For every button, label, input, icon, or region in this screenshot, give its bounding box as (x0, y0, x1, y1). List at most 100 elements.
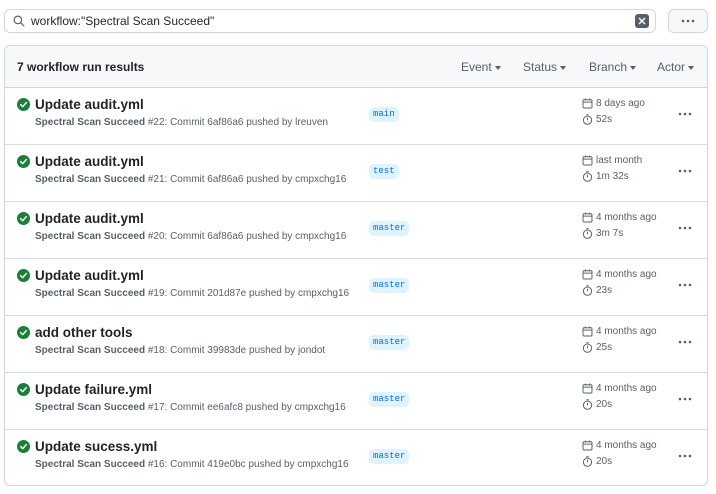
check-circle-fill-icon (17, 383, 30, 396)
stopwatch-icon (582, 114, 593, 125)
run-details: #21: Commit 6af86a6 pushed by cmpxchg16 (147, 174, 347, 185)
results-count: 7 workflow run results (17, 60, 145, 74)
run-row[interactable]: Update audit.yml Spectral Scan Succeed #… (5, 259, 707, 316)
event-filter-dropdown[interactable]: Event (461, 60, 501, 74)
run-meta: Spectral Scan Succeed #20: Commit 6af86a… (35, 231, 346, 242)
run-details: #17: Commit ee6afc8 pushed by cmpxchg16 (147, 402, 346, 413)
run-duration-text: 1m 32s (596, 171, 629, 182)
more-options-button[interactable] (668, 9, 708, 33)
workflow-name: Spectral Scan Succeed (35, 288, 146, 299)
calendar-icon (582, 326, 593, 337)
caret-down-icon (494, 65, 501, 70)
run-date-text: 4 months ago (596, 383, 657, 394)
run-date: 4 months ago (582, 269, 657, 280)
run-title-link[interactable]: Update audit.yml (35, 97, 144, 112)
calendar-icon (582, 440, 593, 451)
calendar-icon (582, 212, 593, 223)
run-options-button[interactable] (674, 104, 696, 124)
run-date: last month (582, 155, 642, 166)
stopwatch-icon (582, 456, 593, 467)
search-icon (7, 9, 31, 33)
workflow-runs-panel: 7 workflow run results Event Status Bran… (4, 45, 708, 486)
runs-list: Update audit.yml Spectral Scan Succeed #… (5, 88, 707, 485)
run-row[interactable]: Update audit.yml Spectral Scan Succeed #… (5, 145, 707, 202)
status-filter-dropdown[interactable]: Status (523, 60, 567, 74)
stopwatch-icon (582, 285, 593, 296)
run-duration: 1m 32s (582, 171, 629, 182)
filter-bar (0, 0, 716, 40)
run-row[interactable]: add other tools Spectral Scan Succeed #1… (5, 316, 707, 373)
caret-down-icon (688, 65, 695, 70)
run-date-text: last month (596, 155, 643, 166)
run-meta: Spectral Scan Succeed #16: Commit 419e0b… (35, 459, 349, 470)
run-options-button[interactable] (674, 275, 696, 295)
run-meta: Spectral Scan Succeed #21: Commit 6af86a… (35, 174, 346, 185)
run-row[interactable]: Update audit.yml Spectral Scan Succeed #… (5, 88, 707, 145)
branch-filter-dropdown[interactable]: Branch (589, 60, 637, 74)
run-options-button[interactable] (674, 446, 696, 466)
check-circle-fill-icon (17, 440, 30, 453)
workflow-name: Spectral Scan Succeed (35, 117, 146, 128)
check-circle-fill-icon (17, 155, 30, 168)
run-title-link[interactable]: Update sucess.yml (35, 439, 157, 454)
event-filter-label: Event (461, 60, 492, 74)
branch-badge[interactable]: master (369, 335, 410, 350)
run-date-text: 4 months ago (596, 212, 657, 223)
run-duration-text: 52s (596, 114, 613, 125)
run-row[interactable]: Update failure.yml Spectral Scan Succeed… (5, 373, 707, 430)
run-options-button[interactable] (674, 218, 696, 238)
stopwatch-icon (582, 342, 593, 353)
search-input[interactable] (31, 11, 635, 31)
actor-filter-dropdown[interactable]: Actor (657, 60, 695, 74)
run-title-link[interactable]: Update audit.yml (35, 211, 144, 226)
branch-badge[interactable]: master (369, 392, 410, 407)
run-date: 8 days ago (582, 98, 645, 109)
run-duration: 3m 7s (582, 228, 623, 239)
kebab-horizontal-icon (678, 169, 692, 173)
run-title-link[interactable]: add other tools (35, 325, 133, 340)
actor-filter-label: Actor (657, 60, 686, 74)
run-details: #19: Commit 201d87e pushed by cmpxchg16 (147, 288, 350, 299)
run-options-button[interactable] (674, 389, 696, 409)
run-date: 4 months ago (582, 383, 657, 394)
branch-badge[interactable]: master (369, 449, 410, 464)
run-options-button[interactable] (674, 161, 696, 181)
run-duration-text: 3m 7s (596, 228, 624, 239)
run-details: #18: Commit 39983de pushed by jondot (147, 345, 326, 356)
run-meta: Spectral Scan Succeed #18: Commit 39983d… (35, 345, 325, 356)
run-title-link[interactable]: Update failure.yml (35, 382, 152, 397)
workflow-name: Spectral Scan Succeed (35, 231, 146, 242)
stopwatch-icon (582, 228, 593, 239)
run-row[interactable]: Update audit.yml Spectral Scan Succeed #… (5, 202, 707, 259)
run-date-text: 8 days ago (596, 98, 645, 109)
workflow-search-box[interactable] (4, 9, 656, 33)
run-details: #22: Commit 6af86a6 pushed by lreuven (147, 117, 328, 128)
check-circle-fill-icon (17, 98, 30, 111)
run-row[interactable]: Update sucess.yml Spectral Scan Succeed … (5, 430, 707, 485)
caret-down-icon (560, 65, 567, 70)
branch-badge[interactable]: master (369, 278, 410, 293)
kebab-horizontal-icon (678, 112, 692, 116)
caret-down-icon (630, 65, 637, 70)
status-filter-label: Status (523, 60, 558, 74)
run-duration: 52s (582, 114, 612, 125)
run-meta: Spectral Scan Succeed #19: Commit 201d87… (35, 288, 349, 299)
run-options-button[interactable] (674, 332, 696, 352)
run-title-link[interactable]: Update audit.yml (35, 154, 144, 169)
calendar-icon (582, 155, 593, 166)
workflow-name: Spectral Scan Succeed (35, 174, 146, 185)
branch-badge[interactable]: test (369, 164, 399, 179)
branch-badge[interactable]: master (369, 221, 410, 236)
run-date: 4 months ago (582, 212, 657, 223)
run-date-text: 4 months ago (596, 440, 657, 451)
kebab-horizontal-icon (678, 454, 692, 458)
run-details: #20: Commit 6af86a6 pushed by cmpxchg16 (147, 231, 347, 242)
check-circle-fill-icon (17, 269, 30, 282)
calendar-icon (582, 98, 593, 109)
branch-badge[interactable]: main (369, 107, 399, 122)
run-date-text: 4 months ago (596, 326, 657, 337)
workflow-name: Spectral Scan Succeed (35, 345, 146, 356)
clear-search-icon[interactable] (635, 14, 649, 28)
workflow-name: Spectral Scan Succeed (35, 402, 146, 413)
run-title-link[interactable]: Update audit.yml (35, 268, 144, 283)
